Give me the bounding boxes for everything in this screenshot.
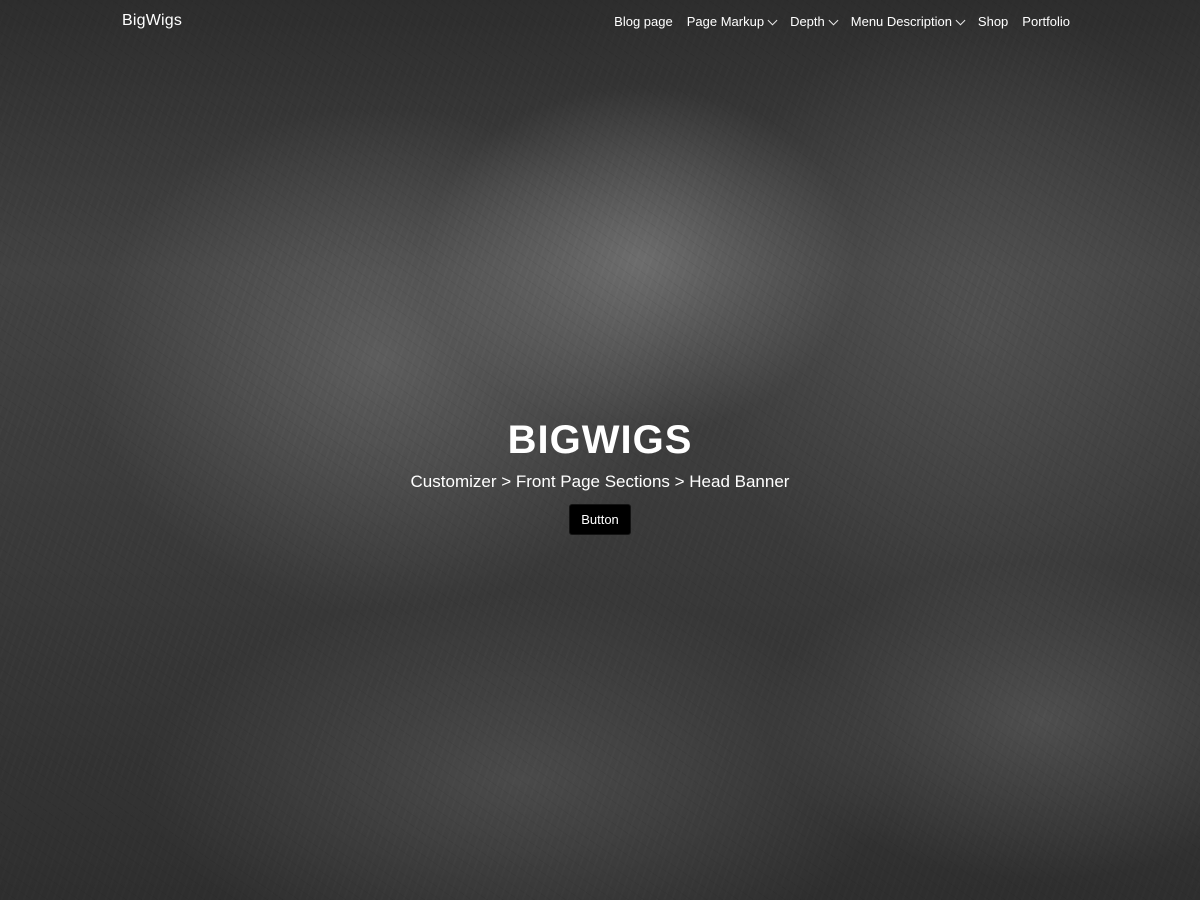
hero-subtitle: Customizer > Front Page Sections > Head … [410,472,790,491]
nav-item-label: Depth [790,14,825,29]
page: BigWigs Blog page Page Markup Depth Menu… [0,0,1200,900]
nav-item-label: Shop [977,14,1009,29]
chevron-down-icon [828,15,839,25]
hero-button[interactable]: Button [569,504,631,535]
site-logo-link[interactable]: BigWigs [122,12,182,30]
nav-item-shop[interactable]: Shop [978,14,1008,29]
nav-item-portfolio[interactable]: Portfolio [1022,14,1070,29]
chevron-down-icon [767,15,778,25]
nav-item-label: Page Markup [686,14,765,29]
nav-item-depth[interactable]: Depth [790,14,839,29]
site-header: BigWigs Blog page Page Markup Depth Menu… [0,0,1200,44]
nav-item-menu-description[interactable]: Menu Description [850,14,966,29]
chevron-down-icon [955,15,966,25]
hero-content: BIGWIGS Customizer > Front Page Sections… [0,412,1200,535]
nav-item-label: Portfolio [1022,14,1070,29]
nav-item-label: Blog page [614,14,673,29]
nav-item-blog-page[interactable]: Blog page [614,14,673,29]
nav-item-label: Menu Description [850,14,952,29]
main-nav: Blog page Page Markup Depth Menu Descrip… [614,14,1070,29]
hero-title: BIGWIGS [507,418,693,462]
nav-item-page-markup[interactable]: Page Markup [686,14,778,29]
